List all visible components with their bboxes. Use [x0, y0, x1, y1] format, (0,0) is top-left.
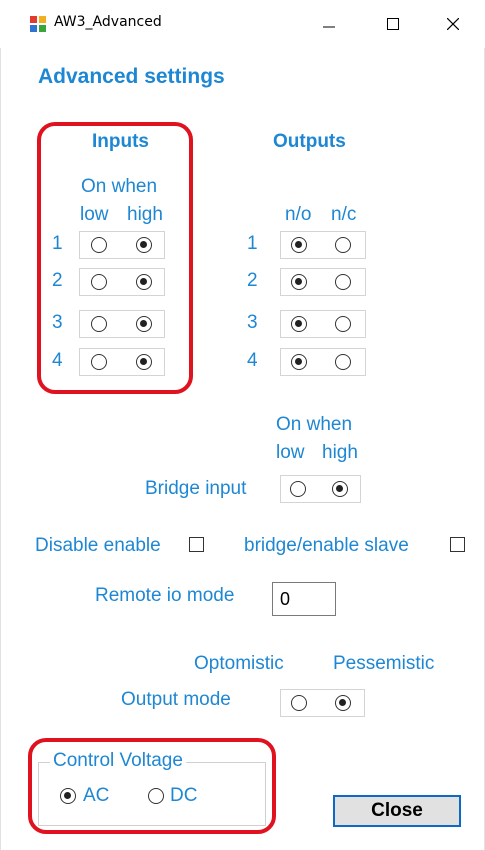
disable-enable-label: Disable enable	[35, 535, 161, 556]
output-2-no-radio[interactable]	[291, 274, 307, 290]
input-2-high-radio[interactable]	[136, 274, 152, 290]
inputs-row-number: 1	[52, 233, 63, 254]
output-mode-label: Output mode	[121, 689, 231, 710]
inputs-row-number: 4	[52, 350, 63, 371]
outputs-no-label: n/o	[285, 204, 312, 225]
close-button[interactable]: Close	[333, 795, 461, 827]
bridge-low-radio[interactable]	[290, 481, 306, 497]
output-mode-pessemistic-radio[interactable]	[335, 695, 351, 711]
outputs-title: Outputs	[273, 131, 346, 152]
output-3-nc-radio[interactable]	[335, 316, 351, 332]
maximize-icon	[387, 18, 399, 30]
bridge-low-label: low	[276, 442, 305, 463]
inputs-row-number: 3	[52, 312, 63, 333]
input-3-high-radio[interactable]	[136, 316, 152, 332]
output-mode-optomistic-radio[interactable]	[291, 695, 307, 711]
output-4-no-radio[interactable]	[291, 354, 307, 370]
bridge-enable-slave-checkbox[interactable]	[450, 537, 465, 552]
outputs-row-number: 2	[247, 270, 258, 291]
outputs-row-number: 4	[247, 350, 258, 371]
inputs-row-number: 2	[52, 270, 63, 291]
bridge-high-label: high	[322, 442, 358, 463]
input-4-low-radio[interactable]	[91, 354, 107, 370]
output-mode-pessemistic-label: Pessemistic	[333, 653, 435, 674]
bridge-enable-slave-label: bridge/enable slave	[244, 535, 409, 556]
output-mode-optomistic-label: Optomistic	[194, 653, 284, 674]
remote-io-mode-input[interactable]: 0	[272, 582, 336, 616]
advanced-window: AW3_Advanced Advanced settings Inputs On…	[0, 0, 485, 850]
output-2-nc-radio[interactable]	[335, 274, 351, 290]
output-1-no-radio[interactable]	[291, 237, 307, 253]
window-title: AW3_Advanced	[54, 14, 162, 30]
inputs-low-label: low	[80, 204, 109, 225]
outputs-row-number: 3	[247, 312, 258, 333]
bridge-input-label: Bridge input	[145, 478, 247, 499]
page-title: Advanced settings	[38, 65, 225, 88]
control-voltage-dc-radio[interactable]	[148, 788, 164, 804]
control-voltage-legend: Control Voltage	[50, 751, 186, 770]
bridge-on-when-label: On when	[276, 414, 353, 435]
input-2-low-radio[interactable]	[91, 274, 107, 290]
input-1-high-radio[interactable]	[136, 237, 152, 253]
inputs-on-when-label: On when	[81, 176, 158, 197]
remote-io-mode-label: Remote io mode	[95, 585, 235, 606]
outputs-nc-label: n/c	[331, 204, 357, 225]
bridge-high-radio[interactable]	[332, 481, 348, 497]
app-icon	[30, 16, 46, 32]
close-icon	[447, 18, 459, 30]
input-1-low-radio[interactable]	[91, 237, 107, 253]
input-3-low-radio[interactable]	[91, 316, 107, 332]
input-4-high-radio[interactable]	[136, 354, 152, 370]
window-border-left	[0, 0, 1, 850]
output-3-no-radio[interactable]	[291, 316, 307, 332]
control-voltage-dc-label: DC	[170, 785, 198, 806]
minimize-icon	[323, 26, 335, 28]
minimize-button[interactable]	[306, 4, 352, 44]
inputs-title: Inputs	[92, 131, 149, 152]
control-voltage-ac-radio[interactable]	[60, 788, 76, 804]
inputs-high-label: high	[127, 204, 163, 225]
disable-enable-checkbox[interactable]	[189, 537, 204, 552]
close-window-button[interactable]	[430, 4, 476, 44]
control-voltage-ac-label: AC	[83, 785, 110, 806]
output-4-nc-radio[interactable]	[335, 354, 351, 370]
maximize-button[interactable]	[370, 4, 416, 44]
outputs-row-number: 1	[247, 233, 258, 254]
output-1-nc-radio[interactable]	[335, 237, 351, 253]
title-bar[interactable]: AW3_Advanced	[0, 0, 485, 48]
